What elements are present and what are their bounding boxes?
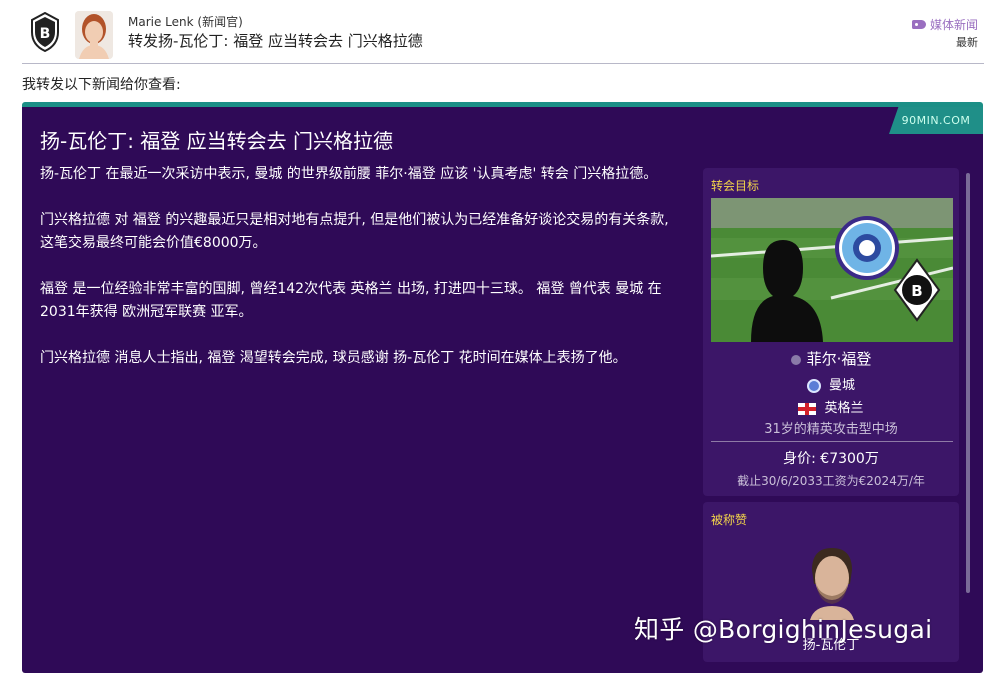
news-article-panel: 90MIN.COM 扬-瓦伦丁: 福登 应当转会去 门兴格拉德 扬-瓦伦丁 在最… — [22, 102, 983, 673]
article-title: 扬-瓦伦丁: 福登 应当转会去 门兴格拉德 — [40, 129, 394, 153]
article-paragraph: 扬-瓦伦丁 在最近一次采访中表示, 曼城 的世界级前腰 菲尔·福登 应该 '认真… — [40, 166, 658, 182]
watermark: 知乎 @BorgighinJesugai — [634, 615, 933, 644]
player-role: 31岁的精英攻击型中场 — [764, 422, 898, 437]
club-badge-icon: B — [30, 11, 60, 53]
player-name-text[interactable]: 菲尔·福登 — [807, 350, 872, 368]
player-wage: 截止30/6/2033工资为€2024万/年 — [737, 474, 925, 488]
player-name[interactable]: 菲尔·福登 — [703, 348, 959, 369]
message-subject: 转发扬-瓦伦丁: 福登 应当转会去 门兴格拉德 — [128, 32, 423, 50]
media-news-tag: 媒体新闻 — [911, 16, 978, 33]
source-badge: 90MIN.COM — [889, 107, 983, 134]
praised-person-avatar-icon[interactable] — [806, 544, 858, 620]
player-nation[interactable]: 英格兰 — [703, 397, 959, 416]
article-paragraph: 门兴格拉德 对 福登 的兴趣最近只是相对地有点提升, 但是他们被认为已经准备好谈… — [40, 212, 669, 251]
media-news-label: 媒体新闻 — [929, 18, 978, 32]
nation-name[interactable]: 英格兰 — [824, 401, 863, 416]
article-body: 扬-瓦伦丁 在最近一次采访中表示, 曼城 的世界级前腰 菲尔·福登 应该 '认真… — [40, 163, 680, 393]
forward-note: 我转发以下新闻给你查看: — [22, 77, 181, 93]
player-club[interactable]: 曼城 — [703, 374, 959, 393]
transfer-target-label: 转会目标 — [711, 179, 760, 193]
england-flag-icon — [798, 402, 817, 415]
message-header: B Marie Lenk (新闻官) 转发扬-瓦伦丁: 福登 应当转会去 门兴格… — [0, 0, 996, 62]
article-paragraph: 福登 是一位经验非常丰富的国脚, 曾经142次代表 英格兰 出场, 打进四十三球… — [40, 281, 662, 320]
svg-text:B: B — [911, 282, 922, 300]
player-value: 身价: €7300万 — [783, 451, 879, 467]
player-icon — [790, 354, 801, 365]
card-divider — [711, 441, 953, 442]
svg-text:B: B — [40, 26, 51, 42]
man-city-badge-icon — [806, 378, 821, 393]
transfer-target-card: 转会目标 B 菲尔·福登 曼城 英格兰 31岁的精英攻击型中场 身价: €730… — [703, 168, 959, 496]
scrollbar[interactable] — [966, 173, 970, 593]
article-paragraph: 门兴格拉德 消息人士指出, 福登 渴望转会完成, 球员感谢 扬-瓦伦丁 花时间在… — [40, 350, 627, 366]
sender-name[interactable]: Marie Lenk (新闻官) — [128, 13, 243, 30]
latest-label: 最新 — [956, 36, 978, 49]
player-pitch-image[interactable]: B — [711, 198, 953, 342]
praised-label: 被称赞 — [711, 513, 748, 527]
header-divider — [22, 63, 984, 64]
sender-avatar-icon[interactable] — [75, 11, 113, 59]
tag-icon — [911, 20, 926, 29]
club-name[interactable]: 曼城 — [829, 378, 855, 393]
